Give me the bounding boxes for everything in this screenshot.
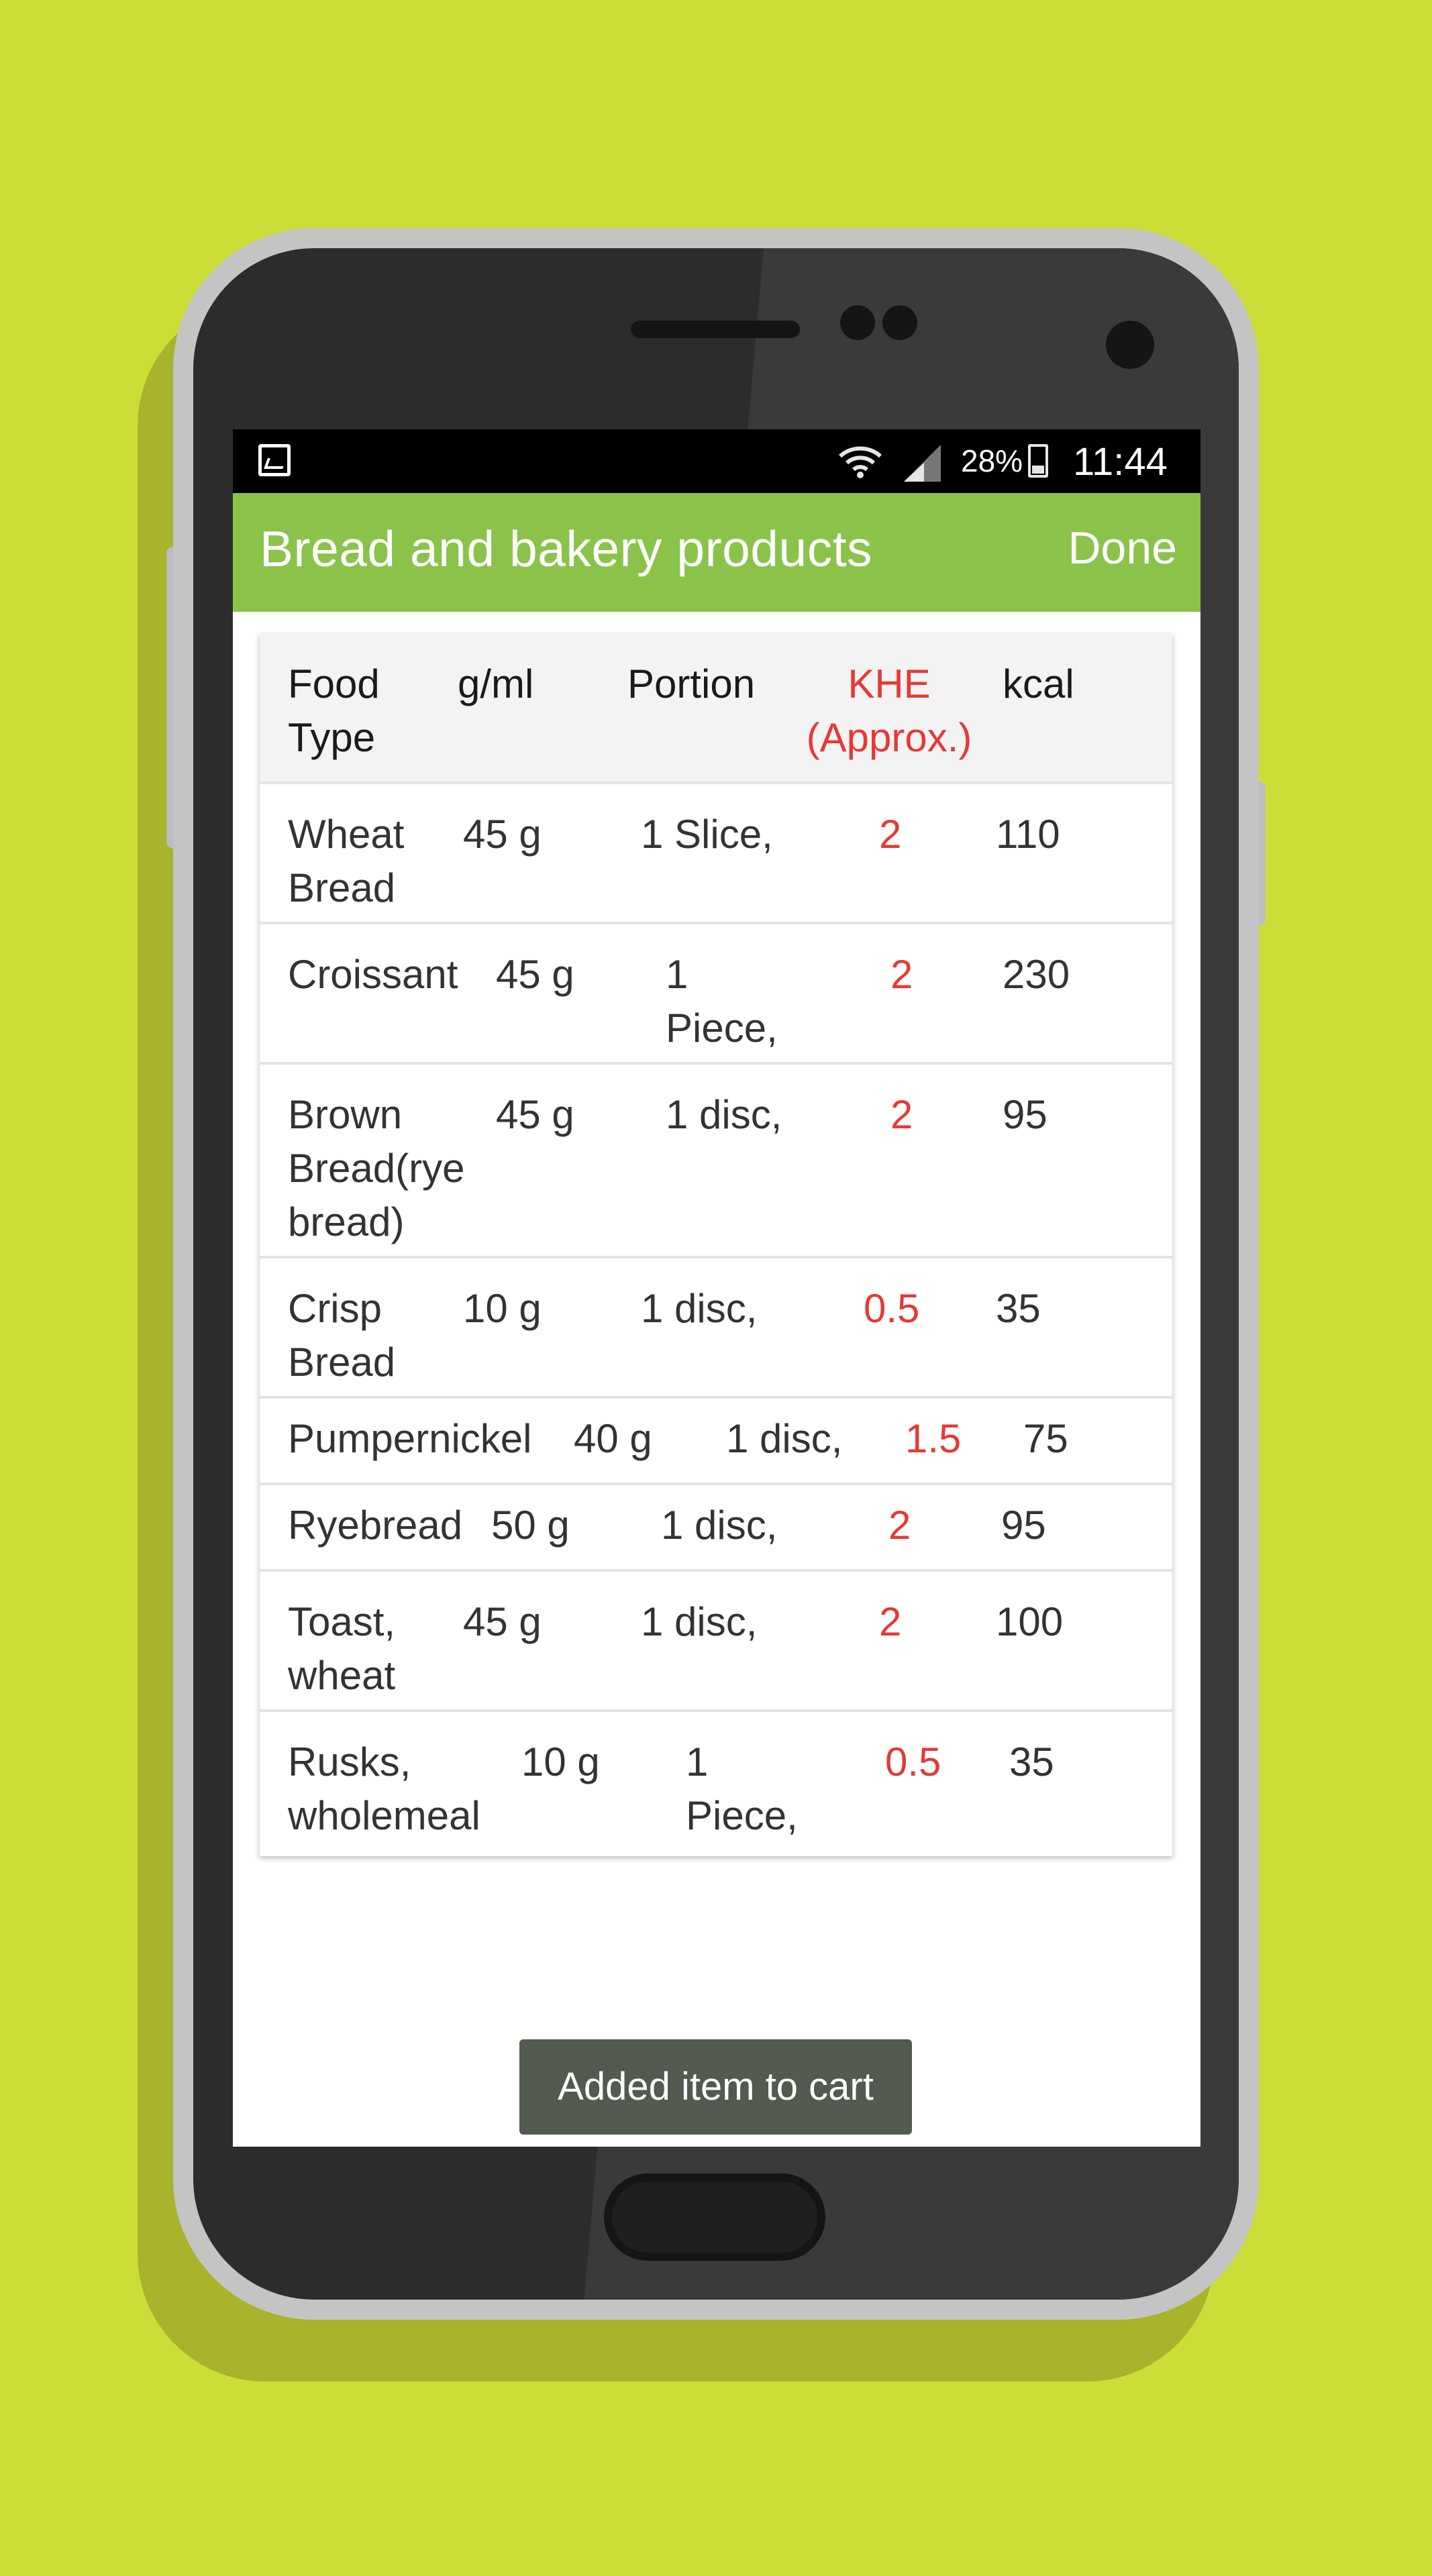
food-name: Crisp Bread <box>288 1282 395 1389</box>
sensor-dot <box>840 305 875 340</box>
food-name: Rusks, wholemeal <box>288 1735 480 1843</box>
page-title: Bread and bakery products <box>260 521 873 577</box>
food-weight: 45 g <box>463 812 542 857</box>
table-row[interactable]: Croissant 45 g 1 Piece, 2 230 <box>260 924 1172 1065</box>
food-portion-line: Piece, <box>666 1006 778 1051</box>
table-row[interactable]: Brown Bread(rye bread) 45 g 1 disc, 2 95 <box>260 1065 1172 1258</box>
battery-percent: 28% <box>961 443 1023 478</box>
header-kcal: kcal <box>1003 661 1074 706</box>
food-portion: 1 disc, <box>666 1092 782 1137</box>
food-weight: 10 g <box>463 1286 542 1331</box>
battery-icon <box>1028 444 1048 478</box>
food-khe: 2 <box>879 812 902 857</box>
food-weight: 40 g <box>574 1416 652 1461</box>
header-khe-line1: KHE <box>848 661 931 706</box>
table-header-row: Food Type g/ml Portion KHE (Approx.) kca… <box>260 634 1172 784</box>
food-name: Brown Bread(rye bread) <box>288 1088 464 1249</box>
header-food-type: Food Type <box>288 657 380 765</box>
sensor-dot <box>882 305 917 340</box>
food-name-line: Bread(rye <box>288 1146 465 1191</box>
food-portion: 1 Piece, <box>666 948 778 1055</box>
status-bar: 28% 11:44 <box>233 429 1200 493</box>
food-name: Toast, wheat <box>288 1595 395 1703</box>
food-name-line: Wheat <box>288 812 405 857</box>
phone-screen: 28% 11:44 Bread and bakery products Done… <box>233 429 1200 2147</box>
food-portion: 1 disc, <box>726 1416 843 1461</box>
food-name: Croissant <box>288 952 458 997</box>
food-portion: 1 Slice, <box>641 812 773 857</box>
food-name-line: Crisp <box>288 1286 382 1331</box>
table-row[interactable]: Crisp Bread 10 g 1 disc, 0.5 35 <box>260 1258 1172 1399</box>
food-name-line: bread) <box>288 1199 405 1244</box>
food-name-line: wholemeal <box>288 1793 480 1838</box>
food-portion: 1 disc, <box>641 1599 758 1644</box>
food-kcal: 110 <box>996 812 1060 857</box>
app-bar: Bread and bakery products Done <box>233 493 1200 612</box>
food-name-line: Rusks, <box>288 1739 411 1784</box>
toast-message: Added item to cart <box>519 2039 912 2135</box>
front-camera <box>1106 321 1154 369</box>
food-khe: 0.5 <box>885 1739 941 1784</box>
food-portion: 1 disc, <box>641 1286 758 1331</box>
food-weight: 10 g <box>521 1739 600 1784</box>
table-row[interactable]: Pumpernickel 40 g 1 disc, 1.5 75 <box>260 1399 1172 1485</box>
header-food-type-line2: Type <box>288 715 376 760</box>
header-khe-line2: (Approx.) <box>806 715 972 760</box>
food-khe: 1.5 <box>905 1416 962 1461</box>
header-khe: KHE (Approx.) <box>799 657 980 765</box>
food-table-card: Food Type g/ml Portion KHE (Approx.) kca… <box>260 634 1172 1856</box>
food-khe: 0.5 <box>864 1286 920 1331</box>
food-name-line: Bread <box>288 1340 396 1385</box>
earpiece-speaker <box>631 321 800 338</box>
header-weight: g/ml <box>458 661 534 706</box>
food-name-line: Toast, <box>288 1599 396 1644</box>
table-row[interactable]: Wheat Bread 45 g 1 Slice, 2 110 <box>260 784 1172 924</box>
food-kcal: 95 <box>1003 1092 1047 1137</box>
wifi-icon <box>839 446 882 478</box>
food-name: Pumpernickel <box>288 1416 532 1461</box>
food-name-line: Bread <box>288 865 396 910</box>
header-portion: Portion <box>627 661 756 706</box>
food-name-line: Brown <box>288 1092 403 1137</box>
image-notification-icon <box>258 444 291 476</box>
food-kcal: 35 <box>1009 1739 1054 1784</box>
status-clock: 11:44 <box>1073 440 1168 484</box>
food-portion: 1 Piece, <box>686 1735 798 1843</box>
food-kcal: 230 <box>1003 952 1070 997</box>
cell-signal-icon <box>904 445 941 482</box>
header-food-type-line1: Food <box>288 661 380 706</box>
food-kcal: 75 <box>1023 1416 1068 1461</box>
food-weight: 45 g <box>496 1092 574 1137</box>
food-name: Ryebread <box>288 1503 463 1548</box>
food-khe: 2 <box>890 952 913 997</box>
table-row[interactable]: Ryebread 50 g 1 disc, 2 95 <box>260 1485 1172 1572</box>
food-khe: 2 <box>888 1503 911 1548</box>
food-name-line: wheat <box>288 1653 396 1698</box>
food-kcal: 100 <box>996 1599 1064 1644</box>
food-weight: 45 g <box>463 1599 542 1644</box>
home-button[interactable] <box>604 2174 825 2261</box>
food-weight: 50 g <box>491 1503 570 1548</box>
food-kcal: 35 <box>996 1286 1041 1331</box>
food-portion-line: Piece, <box>686 1793 798 1838</box>
food-kcal: 95 <box>1001 1503 1046 1548</box>
food-portion-line: 1 <box>686 1739 709 1784</box>
food-portion: 1 disc, <box>661 1503 778 1548</box>
table-row[interactable]: Toast, wheat 45 g 1 disc, 2 100 <box>260 1572 1172 1712</box>
table-row[interactable]: Rusks, wholemeal 10 g 1 Piece, 0.5 35 <box>260 1712 1172 1856</box>
food-name: Wheat Bread <box>288 808 404 915</box>
food-khe: 2 <box>890 1092 913 1137</box>
food-khe: 2 <box>879 1599 902 1644</box>
done-button[interactable]: Done <box>1068 522 1177 574</box>
food-portion-line: 1 <box>666 952 688 997</box>
food-weight: 45 g <box>496 952 574 997</box>
